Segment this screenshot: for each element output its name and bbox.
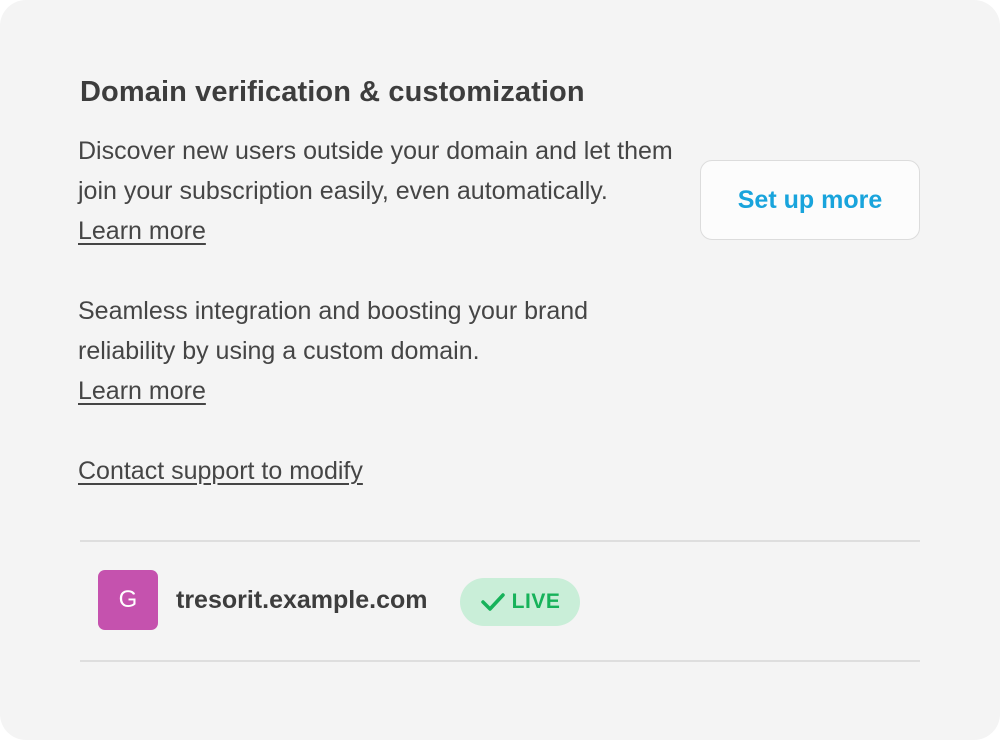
check-icon — [480, 593, 505, 611]
domain-avatar: G — [98, 570, 158, 630]
verification-description-text: Discover new users outside your domain a… — [78, 137, 673, 205]
domain-name: tresorit.example.com — [176, 586, 428, 614]
learn-more-custom-domain-link[interactable]: Learn more — [78, 377, 206, 405]
divider-bottom — [80, 660, 920, 662]
divider-top — [80, 540, 920, 542]
verification-description: Discover new users outside your domain a… — [78, 131, 678, 251]
custom-domain-description: Seamless integration and boosting your b… — [78, 291, 678, 411]
contact-support-container: Contact support to modify — [78, 451, 363, 491]
section-title: Domain verification & customization — [80, 76, 585, 108]
status-label: LIVE — [511, 590, 561, 613]
avatar-letter: G — [118, 586, 138, 613]
domain-settings-card: Domain verification & customization Disc… — [0, 0, 1000, 740]
set-up-more-button[interactable]: Set up more — [700, 160, 920, 240]
custom-domain-description-text: Seamless integration and boosting your b… — [78, 297, 589, 365]
learn-more-verification-link[interactable]: Learn more — [78, 217, 206, 245]
live-status-badge: LIVE — [460, 578, 580, 626]
contact-support-link[interactable]: Contact support to modify — [78, 457, 363, 485]
